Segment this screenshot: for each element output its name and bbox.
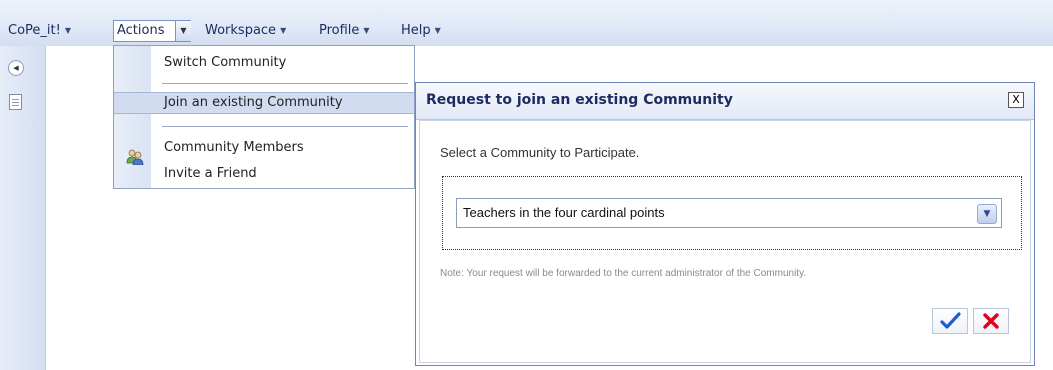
page-icon[interactable] bbox=[9, 94, 22, 110]
chevron-down-icon[interactable]: ▼ bbox=[175, 21, 191, 41]
menu-cope-it-label: CoPe_it! bbox=[8, 23, 61, 38]
collapse-arrow-icon[interactable]: ◀ bbox=[8, 60, 24, 76]
chevron-down-icon: ▼ bbox=[434, 26, 441, 35]
menu-item-invite-friend[interactable]: Invite a Friend bbox=[114, 163, 414, 185]
community-select-value: Teachers in the four cardinal points bbox=[463, 205, 665, 220]
menu-item-switch-community[interactable]: Switch Community bbox=[114, 52, 414, 74]
checkmark-icon bbox=[940, 311, 961, 329]
community-select[interactable]: Teachers in the four cardinal points ▼ bbox=[456, 198, 1002, 228]
menu-item-label: Community Members bbox=[164, 140, 304, 155]
x-icon bbox=[983, 312, 999, 329]
join-community-dialog: Request to join an existing Community X … bbox=[415, 82, 1035, 366]
menu-cope-it[interactable]: CoPe_it! ▼ bbox=[8, 20, 71, 42]
actions-dropdown-menu: Switch Community Join an existing Commun… bbox=[113, 45, 415, 189]
menu-profile[interactable]: Profile ▼ bbox=[319, 20, 370, 42]
menu-item-label: Join an existing Community bbox=[164, 95, 343, 110]
cancel-button[interactable] bbox=[973, 308, 1009, 334]
chevron-down-icon: ▼ bbox=[64, 26, 71, 35]
left-toolbar: ◀ bbox=[0, 46, 46, 370]
menu-actions-label: Actions bbox=[117, 23, 165, 38]
menu-item-join-community[interactable]: Join an existing Community bbox=[114, 92, 414, 114]
menu-help[interactable]: Help ▼ bbox=[401, 20, 441, 42]
menubar: CoPe_it! ▼ Actions ▼ Workspace ▼ Profile ▼ … bbox=[0, 0, 1053, 46]
menu-workspace[interactable]: Workspace ▼ bbox=[205, 20, 286, 42]
menu-help-label: Help bbox=[401, 23, 431, 38]
chevron-down-icon: ▼ bbox=[363, 26, 370, 35]
menu-separator bbox=[162, 83, 408, 84]
ok-button[interactable] bbox=[932, 308, 968, 334]
select-prompt: Select a Community to Participate. bbox=[440, 145, 640, 160]
dialog-title: Request to join an existing Community bbox=[426, 92, 733, 108]
dialog-titlebar[interactable]: Request to join an existing Community X bbox=[416, 83, 1034, 120]
menu-item-label: Switch Community bbox=[164, 55, 287, 70]
menu-profile-label: Profile bbox=[319, 23, 360, 38]
chevron-down-icon[interactable]: ▼ bbox=[977, 204, 997, 224]
forward-note: Note: Your request will be forwarded to … bbox=[440, 268, 807, 279]
close-icon: X bbox=[1012, 93, 1020, 106]
menu-separator bbox=[162, 126, 408, 127]
menu-workspace-label: Workspace bbox=[205, 23, 277, 38]
chevron-down-icon: ▼ bbox=[280, 26, 287, 35]
menu-actions[interactable]: Actions ▼ bbox=[113, 20, 191, 42]
menu-item-label: Invite a Friend bbox=[164, 166, 257, 181]
close-button[interactable]: X bbox=[1008, 92, 1024, 108]
menu-item-community-members[interactable]: Community Members bbox=[114, 137, 414, 159]
